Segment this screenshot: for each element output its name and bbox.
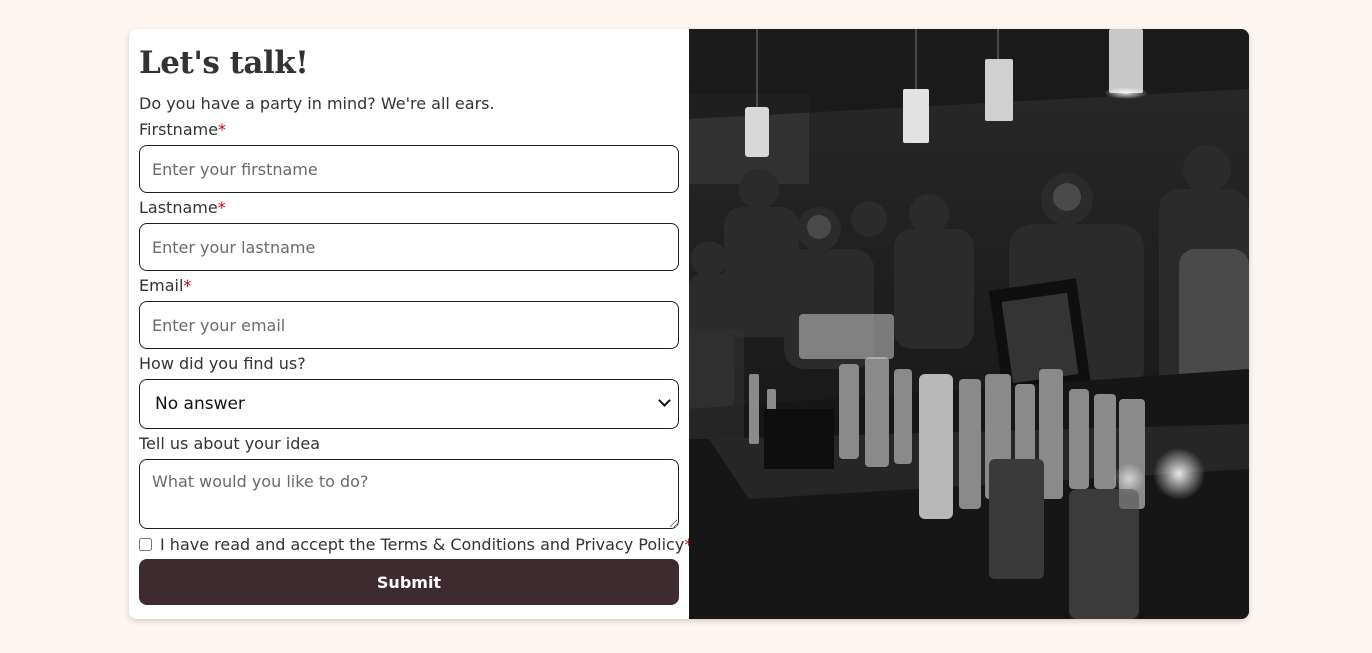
idea-textarea[interactable] (139, 459, 679, 529)
source-select[interactable]: No answer (139, 379, 679, 429)
contact-card: Let's talk! Do you have a party in mind?… (129, 29, 1249, 619)
lastname-input[interactable] (139, 223, 679, 271)
contact-form: Let's talk! Do you have a party in mind?… (139, 29, 692, 619)
required-marker: * (183, 276, 192, 295)
bar-photo (689, 29, 1249, 619)
idea-label: Tell us about your idea (139, 434, 320, 453)
bar-photo-image (689, 29, 1249, 619)
lastname-label: Lastname* (139, 198, 226, 217)
required-marker: * (217, 198, 226, 217)
submit-button[interactable]: Submit (139, 559, 679, 605)
source-label: How did you find us? (139, 354, 306, 373)
email-input[interactable] (139, 301, 679, 349)
terms-row[interactable]: I have read and accept the Terms & Condi… (139, 534, 692, 554)
email-label: Email* (139, 276, 192, 295)
firstname-input[interactable] (139, 145, 679, 193)
form-title: Let's talk! (139, 45, 309, 81)
required-marker: * (218, 120, 227, 139)
firstname-label: Firstname* (139, 120, 227, 139)
terms-checkbox[interactable] (139, 537, 152, 551)
source-select-wrapper: No answer (139, 379, 679, 429)
form-subtitle: Do you have a party in mind? We're all e… (139, 94, 495, 113)
terms-label: I have read and accept the Terms & Condi… (160, 534, 685, 554)
